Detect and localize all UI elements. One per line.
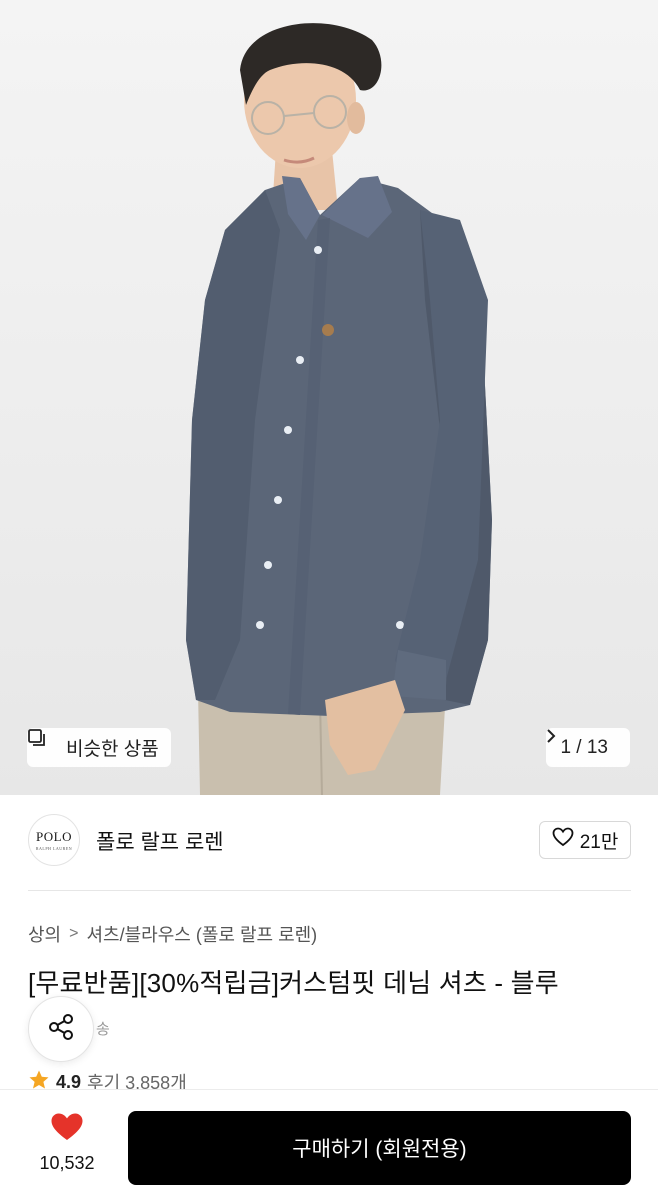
- brand-like-button[interactable]: 21만: [539, 821, 631, 859]
- breadcrumb-item-shirts[interactable]: 셔츠/블라우스 (폴로 랄프 로렌): [86, 921, 317, 947]
- image-pager-text: 1 / 13: [560, 736, 608, 758]
- brand-logo-text: POLO: [36, 829, 72, 844]
- share-button[interactable]: [28, 996, 94, 1062]
- product-photo: [186, 23, 492, 795]
- image-pager-button[interactable]: 1 / 13: [546, 728, 630, 767]
- heart-filled-icon: [50, 1112, 84, 1147]
- buy-button[interactable]: 구매하기 (회원전용): [128, 1111, 631, 1185]
- product-image-gallery[interactable]: 비슷한 상품 1 / 13: [0, 0, 658, 795]
- brand-logo-subtext: RALPH LAUREN: [35, 846, 73, 851]
- divider: [28, 890, 631, 891]
- similar-products-label: 비슷한 상품: [66, 739, 159, 760]
- favorite-button[interactable]: 10,532: [28, 1112, 106, 1174]
- share-icon: [46, 1012, 76, 1047]
- shipping-info-fragment: 송: [96, 1021, 110, 1038]
- brand-row: POLO RALPH LAUREN 폴로 랄프 로렌 21만: [0, 795, 658, 890]
- favorite-count: 10,532: [39, 1153, 95, 1173]
- product-title: [무료반품][30%적립금]커스텀핏 데님 셔츠 - 블루: [28, 968, 559, 998]
- breadcrumb: 상의 > 셔츠/블라우스 (폴로 랄프 로렌): [28, 921, 317, 947]
- breadcrumb-item-top[interactable]: 상의: [28, 921, 61, 947]
- brand-logo[interactable]: POLO RALPH LAUREN: [28, 814, 80, 866]
- heart-outline-icon: [552, 827, 574, 853]
- purchase-bar: 10,532 구매하기 (회원전용): [0, 1089, 658, 1200]
- breadcrumb-separator: >: [69, 925, 79, 942]
- similar-products-button[interactable]: 비슷한 상품: [27, 728, 171, 767]
- brand-like-count: 21만: [579, 831, 619, 853]
- brand-name-link[interactable]: 폴로 랄프 로렌: [96, 826, 224, 856]
- overlap-squares-icon: [28, 729, 59, 758]
